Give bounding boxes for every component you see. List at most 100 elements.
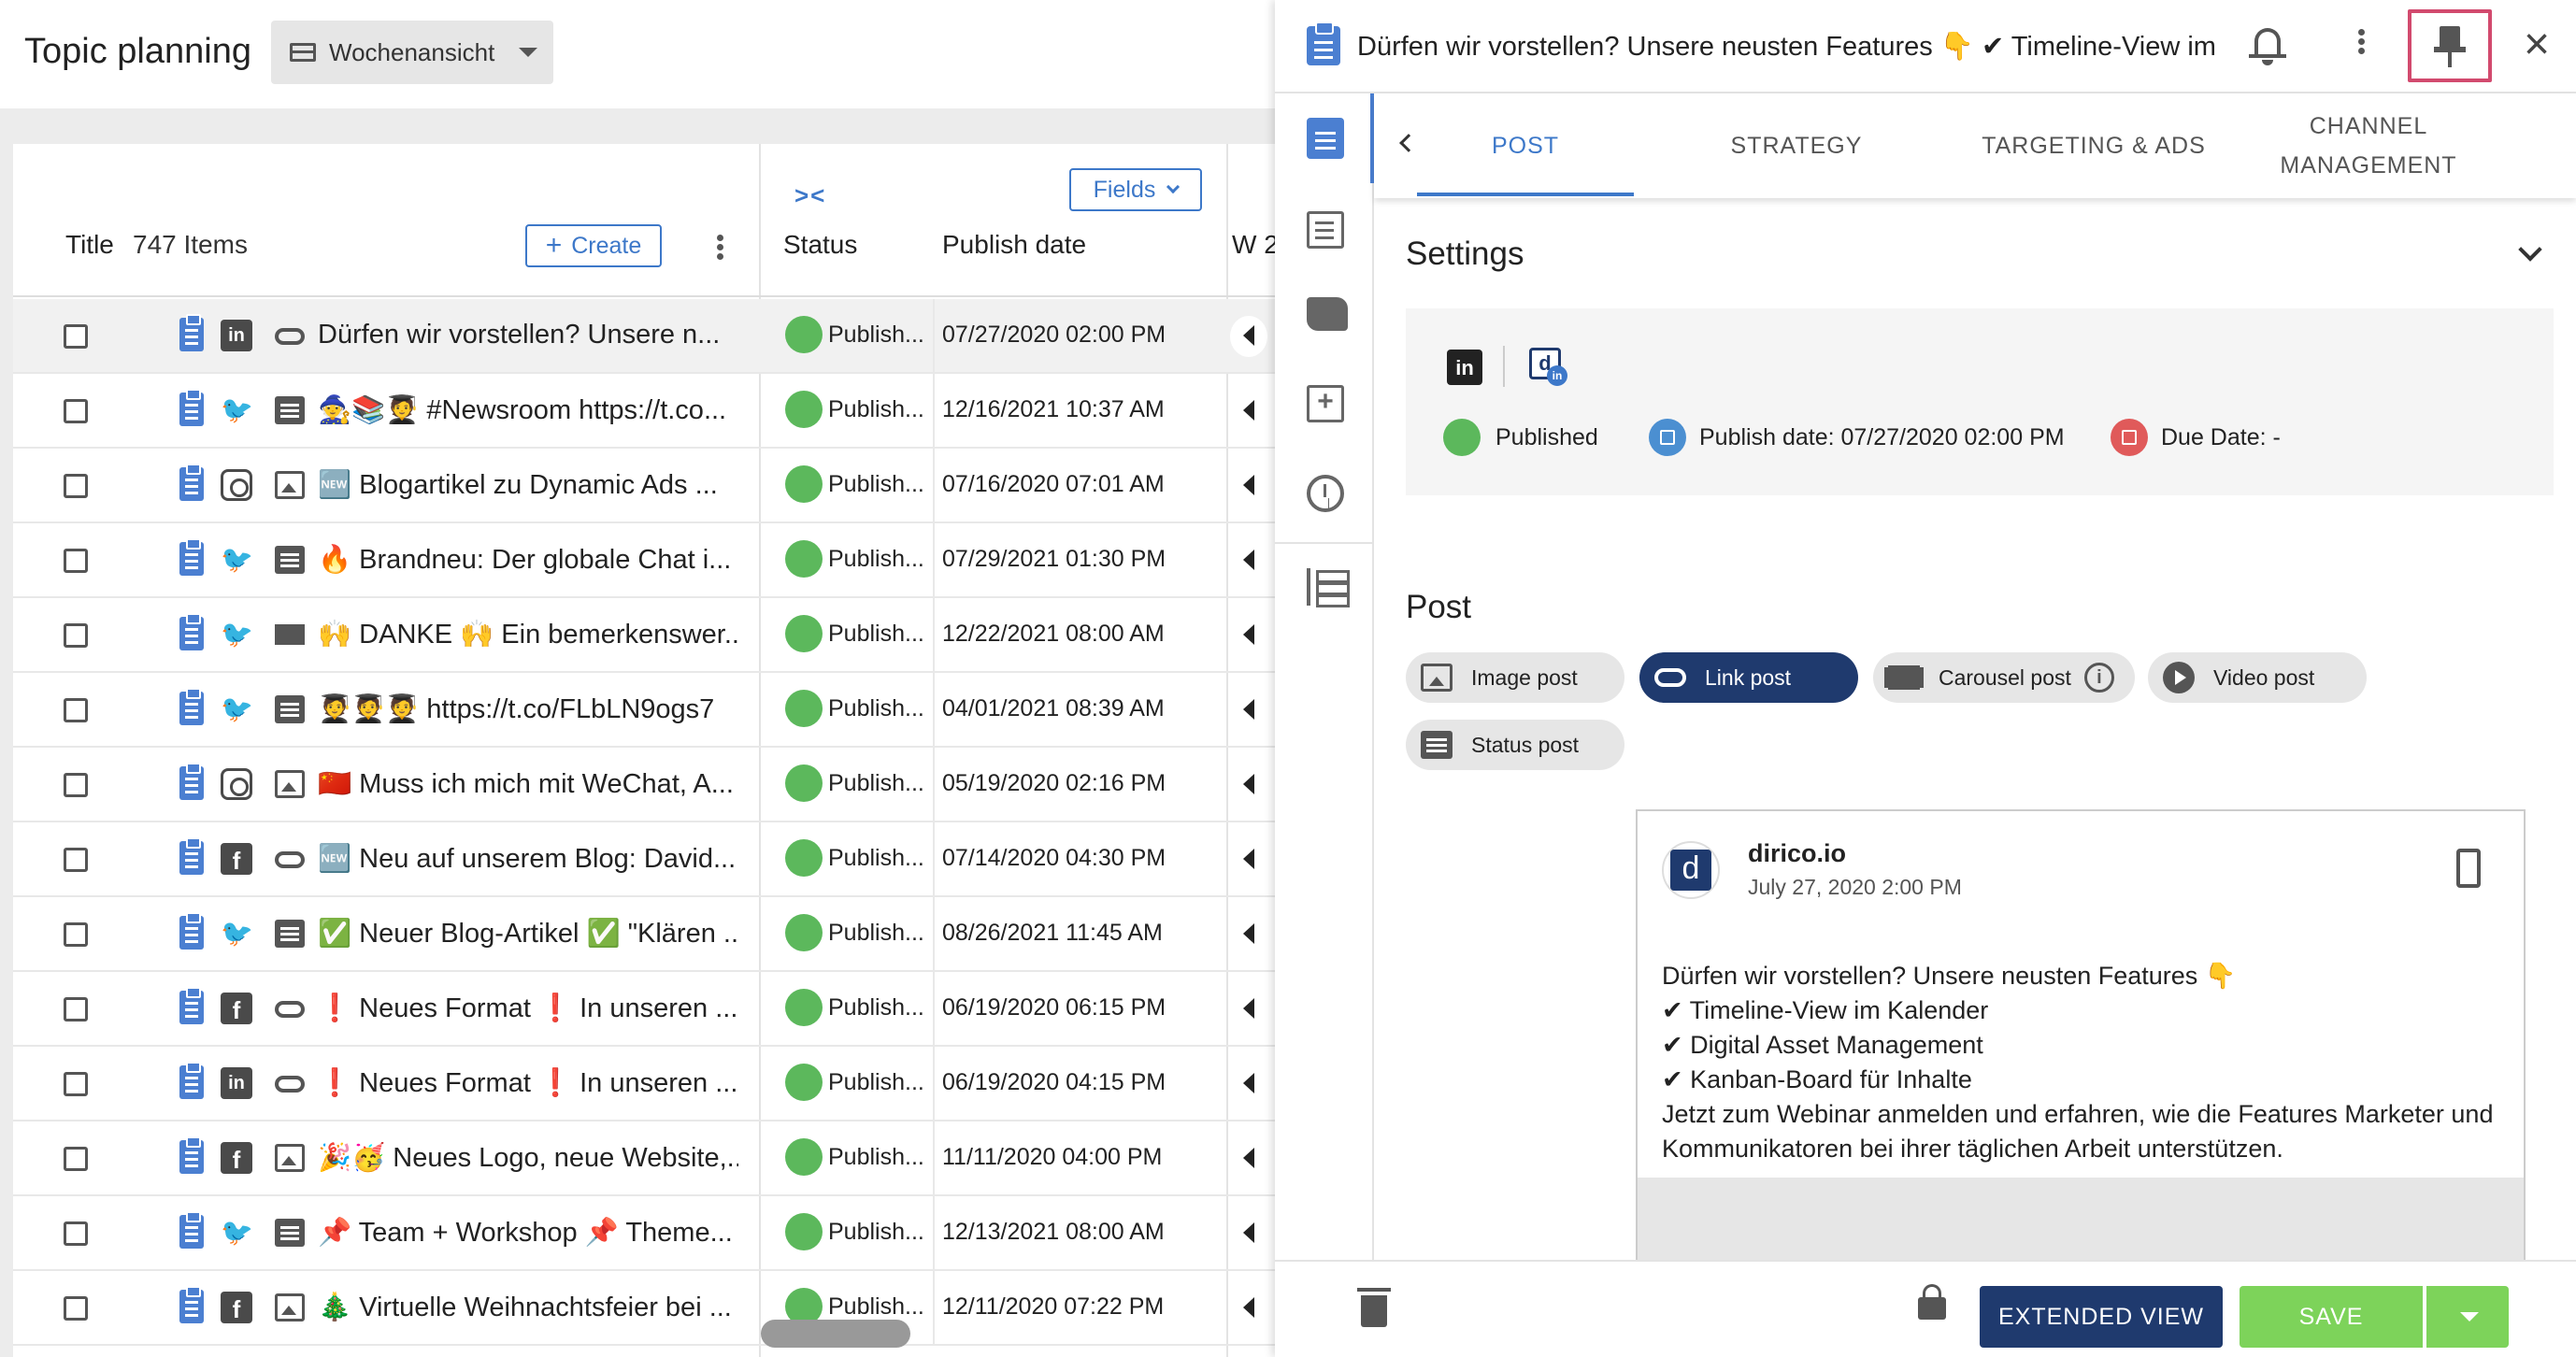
column-header-title[interactable]: Title [65,230,114,260]
trash-icon[interactable] [1357,1288,1391,1327]
table-row[interactable]: f 🎄 Virtuelle Weihnachtsfeier bei ... Pu… [13,1271,1275,1346]
expand-left-icon[interactable] [1243,998,1254,1019]
row-checkbox[interactable] [64,922,88,947]
expand-left-icon[interactable] [1243,849,1254,869]
table-row[interactable]: 🐦 🙌 DANKE 🙌 Ein bemerkenswer... Publish.… [13,598,1275,673]
fields-button[interactable]: Fields [1069,168,1202,211]
table-row[interactable]: f 🎉🥳 Neues Logo, neue Website,... Publis… [13,1121,1275,1196]
link-post-chip[interactable]: Link post [1639,652,1858,703]
table-row[interactable]: in ❗ Neues Format ❗ In unseren ... Publi… [13,1047,1275,1121]
column-header-status[interactable]: Status [783,230,857,260]
create-button[interactable]: + Create [525,224,662,267]
status-text: Published [1496,423,1598,450]
tab-post[interactable]: POST [1417,93,1634,198]
expand-left-icon[interactable] [1243,1222,1254,1243]
extended-view-button[interactable]: EXTENDED VIEW [1980,1286,2223,1348]
panel-more-icon[interactable] [2352,26,2370,64]
view-select[interactable]: Wochenansicht [271,21,553,84]
info-icon[interactable]: i [2083,663,2114,693]
lock-icon[interactable] [1918,1284,1946,1320]
row-checkbox[interactable] [64,1221,88,1246]
column-header-publish-date[interactable]: Publish date [942,230,1086,260]
comment-add-icon[interactable]: + [1307,385,1344,422]
instagram-icon [221,469,252,501]
image-post-label: Image post [1471,664,1578,690]
save-options-dropdown[interactable] [2425,1286,2509,1348]
table-row[interactable]: 🐦 🧙📚🧑‍🎓 #Newsroom https://t.co... Publis… [13,374,1275,449]
table-row[interactable]: 🐦 📌 Team + Workshop 📌 Theme... Publish..… [13,1196,1275,1271]
expand-left-icon[interactable] [1243,923,1254,944]
row-status: Publish... [828,920,924,946]
row-checkbox[interactable] [64,324,88,349]
panel-tabs: POST STRATEGY TARGETING & ADS CHANNEL MA… [1374,93,2576,198]
expand-left-icon[interactable] [1243,774,1254,794]
horizontal-scrollbar[interactable] [761,1320,910,1348]
row-checkbox[interactable] [64,399,88,423]
table-row[interactable]: 🐦 ✅ Neuer Blog-Artikel ✅ "Klären ... Pub… [13,897,1275,972]
row-status: Publish... [828,396,924,422]
tab-targeting-ads[interactable]: TARGETING & ADS [1953,93,2234,198]
table-row[interactable]: f ❗ Neues Format ❗ In unseren ... Publis… [13,972,1275,1047]
table-row[interactable]: 🐦 🔥 Brandneu: Der globale Chat i... Publ… [13,523,1275,598]
checklist-icon[interactable] [1307,211,1344,249]
row-checkbox[interactable] [64,1147,88,1171]
expand-left-icon[interactable] [1243,400,1254,421]
bell-icon[interactable] [2249,24,2286,65]
row-checkbox[interactable] [64,1296,88,1321]
tab-channel-management[interactable]: CHANNEL MANAGEMENT [2260,93,2477,198]
topic-icon [179,912,204,950]
carousel-post-label: Carousel post [1939,664,2071,690]
row-checkbox[interactable] [64,997,88,1021]
collapse-columns-icon[interactable]: >< [794,181,826,210]
close-icon[interactable]: × [2516,22,2557,67]
table-row[interactable]: 🐦 🧑‍🎓🧑‍🎓🧑‍🎓 https://t.co/FLbLN9ogs7 Publ… [13,673,1275,748]
row-checkbox[interactable] [64,623,88,648]
status-post-chip[interactable]: Status post [1406,720,1624,770]
expand-left-icon[interactable] [1243,550,1254,570]
table-row[interactable]: in Dürfen wir vorstellen? Unsere n... Pu… [13,299,1275,374]
tab-strategy[interactable]: STRATEGY [1645,93,1948,198]
expand-left-icon[interactable] [1243,699,1254,720]
expand-left-icon[interactable] [1243,475,1254,495]
table-more-icon[interactable] [710,232,729,269]
expand-left-icon[interactable] [1243,1297,1254,1318]
row-checkbox[interactable] [64,848,88,872]
carousel-post-chip[interactable]: Carousel post i [1873,652,2135,703]
save-button[interactable]: SAVE [2240,1286,2423,1348]
image-post-chip[interactable]: Image post [1406,652,1624,703]
row-checkbox[interactable] [64,773,88,797]
publish-date-meta[interactable]: Publish date: 07/27/2020 02:00 PM [1649,419,2065,456]
clipboard-icon[interactable] [1307,118,1344,159]
expand-left-icon[interactable] [1243,1148,1254,1168]
topic-icon [1307,21,1340,65]
panel-header: Dürfen wir vorstellen? Unsere neusten Fe… [1275,0,2576,93]
top-bar: Topic planning Wochenansicht [0,0,1275,108]
expand-left-icon[interactable] [1243,325,1254,346]
thumbs-icon[interactable] [1307,297,1348,331]
row-status: Publish... [828,471,924,497]
chevron-down-icon[interactable] [2518,237,2542,262]
timeline-icon[interactable] [1307,568,1350,606]
expand-left-icon[interactable] [1243,1073,1254,1093]
row-publish-date: 12/13/2021 08:00 AM [942,1219,1165,1245]
facebook-icon: f [221,993,252,1024]
due-date-meta[interactable]: Due Date: - [2111,419,2281,456]
table-row[interactable]: 🆕 Blogartikel zu Dynamic Ads ... Publish… [13,449,1275,523]
row-checkbox[interactable] [64,474,88,498]
row-checkbox[interactable] [64,549,88,573]
items-count: 747 Items [133,230,248,259]
mobile-preview-icon[interactable] [2456,849,2481,888]
table-row[interactable]: f 🆕 Neu auf unserem Blog: David... Publi… [13,822,1275,897]
topic-icon [179,837,204,875]
expand-left-icon[interactable] [1243,624,1254,645]
row-checkbox[interactable] [64,1072,88,1096]
row-checkbox[interactable] [64,698,88,722]
table-row[interactable]: 🇨🇳 Muss ich mich mit WeChat, A... Publis… [13,748,1275,822]
link-icon [275,851,305,868]
carousel-icon [1888,665,1920,690]
pin-icon[interactable] [2408,9,2492,82]
chevron-left-icon[interactable] [1399,134,1418,152]
video-post-chip[interactable]: Video post [2148,652,2367,703]
link-icon [275,1076,305,1093]
history-icon[interactable] [1307,475,1344,512]
